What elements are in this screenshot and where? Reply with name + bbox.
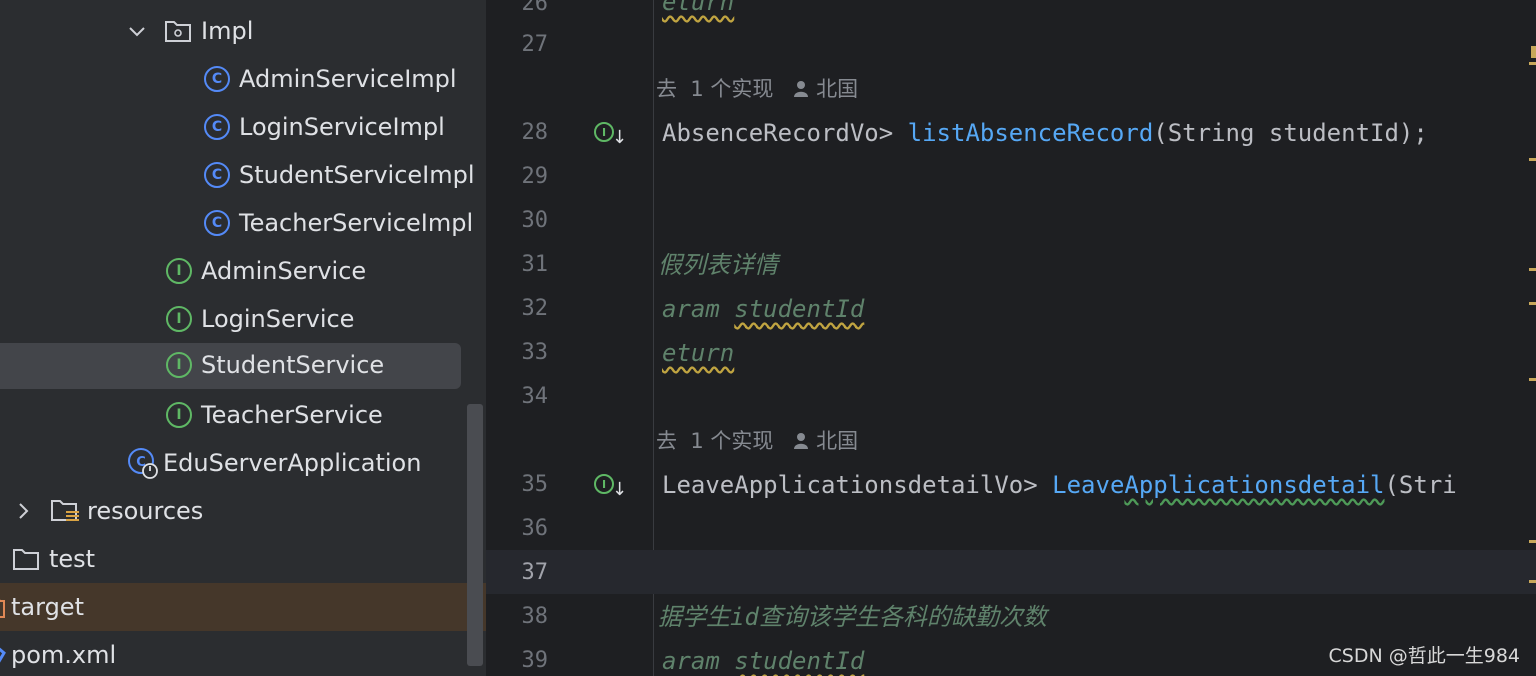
implementations-hint[interactable]: 1 个实现 <box>690 77 773 101</box>
tree-item-label: AdminService <box>201 257 367 285</box>
tree-item-label: LoginServiceImpl <box>239 113 445 141</box>
stripe-mark[interactable] <box>1531 46 1536 58</box>
current-line-highlight <box>486 550 1536 594</box>
implementations-hint[interactable]: 1 个实现 <box>690 429 773 453</box>
line-number: 35 <box>521 472 549 497</box>
code-line: aram studentId <box>662 647 865 675</box>
tree-item-test[interactable]: test <box>0 535 486 583</box>
tree-item-class[interactable]: C LoginServiceImpl <box>0 103 486 151</box>
tree-item-application[interactable]: C EduServerApplication <box>0 439 486 487</box>
line-number: 33 <box>521 340 549 365</box>
line-number: 38 <box>521 604 549 629</box>
excluded-folder-icon <box>0 599 5 618</box>
inlay-hint[interactable]: 去 1 个实现 北国 <box>656 67 858 111</box>
tree-item-label: StudentServiceImpl <box>239 161 475 189</box>
line-number: 27 <box>521 32 549 57</box>
line-number-current: 37 <box>521 560 549 585</box>
tree-item-label: StudentService <box>201 351 385 379</box>
tree-item-interface-selected[interactable]: I StudentService <box>0 341 486 389</box>
tree-item-label: EduServerApplication <box>163 449 422 477</box>
tree-item-interface[interactable]: I AdminService <box>0 247 486 295</box>
folder-icon <box>13 549 39 570</box>
watermark: CSDN @哲此一生984 <box>1328 645 1520 667</box>
code-editor[interactable]: 26 27 28 29 30 31 32 33 34 35 36 37 38 3… <box>486 0 1536 676</box>
tree-item-label: AdminServiceImpl <box>239 65 457 93</box>
code-line: AbsenceRecordVo> listAbsenceRecord(Strin… <box>662 119 1428 147</box>
spring-application-icon: C <box>128 448 158 479</box>
class-icon: C <box>204 66 230 92</box>
maven-file-icon <box>0 647 6 663</box>
code-line: LeaveApplicationsdetailVo> LeaveApplicat… <box>662 471 1457 499</box>
tree-item-interface[interactable]: I LoginService <box>0 295 486 343</box>
line-number: 31 <box>521 252 549 277</box>
tree-item-impl[interactable]: Impl <box>0 7 486 55</box>
interface-icon: I <box>166 306 192 332</box>
implemented-gutter-icon[interactable]: I ↓ <box>594 474 627 504</box>
line-number: 32 <box>521 296 549 321</box>
line-number: 39 <box>521 648 549 673</box>
implemented-gutter-icon[interactable]: I ↓ <box>594 122 627 152</box>
class-icon: C <box>204 162 230 188</box>
tree-item-label: LoginService <box>201 305 355 333</box>
tree-item-label: resources <box>87 497 204 525</box>
tree-item-target[interactable]: target <box>0 583 486 631</box>
line-number: 28 <box>521 120 549 145</box>
line-number: 34 <box>521 384 549 409</box>
stripe-mark[interactable] <box>1529 540 1536 543</box>
stripe-mark[interactable] <box>1529 62 1536 65</box>
tree-item-label: TeacherService <box>201 401 383 429</box>
tree-item-label: target <box>11 593 84 621</box>
stripe-mark[interactable] <box>1529 158 1536 161</box>
tree-item-resources[interactable]: resources <box>0 487 486 535</box>
line-number: 29 <box>521 164 549 189</box>
tree-item-class[interactable]: C TeacherServiceImpl <box>0 199 486 247</box>
tree-item-label: test <box>49 545 96 573</box>
chevron-down-icon[interactable] <box>128 22 146 40</box>
line-number: 30 <box>521 208 549 233</box>
stripe-mark[interactable] <box>1529 378 1536 381</box>
tree-scrollbar[interactable] <box>467 404 483 666</box>
interface-icon: I <box>166 258 192 284</box>
stripe-mark[interactable] <box>1529 302 1536 305</box>
gutter-separator <box>653 594 654 676</box>
chevron-right-icon[interactable] <box>14 502 32 520</box>
author-hint[interactable]: 北国 <box>816 77 858 101</box>
tree-item-interface[interactable]: I TeacherService <box>0 391 486 439</box>
class-icon: C <box>204 114 230 140</box>
author-hint[interactable]: 北国 <box>816 429 858 453</box>
tree-item-pom[interactable]: pom.xml <box>0 631 486 676</box>
package-folder-icon <box>165 21 191 42</box>
stripe-mark[interactable] <box>1529 580 1536 583</box>
code-line: eturn <box>662 339 735 367</box>
user-icon <box>794 81 809 97</box>
line-number: 36 <box>521 516 549 541</box>
inlay-hint[interactable]: 去 1 个实现 北国 <box>656 419 858 463</box>
tree-item-class[interactable]: C StudentServiceImpl <box>0 151 486 199</box>
interface-icon: I <box>166 402 192 428</box>
code-line: aram studentId <box>662 295 865 323</box>
resources-folder-icon <box>51 500 79 521</box>
class-icon: C <box>204 210 230 236</box>
project-tree: Impl C AdminServiceImpl C LoginServiceIm… <box>0 0 486 676</box>
stripe-mark[interactable] <box>1529 268 1536 271</box>
interface-icon: I <box>166 352 192 378</box>
tree-item-label: Impl <box>201 17 254 45</box>
user-icon <box>794 433 809 449</box>
gutter-separator <box>653 0 654 550</box>
tree-item-class[interactable]: C AdminServiceImpl <box>0 55 486 103</box>
tree-item-label: TeacherServiceImpl <box>239 209 474 237</box>
code-line: 据学生id查询该学生各科的缺勤次数 <box>658 603 1047 631</box>
code-line: 假列表详情 <box>658 251 778 279</box>
tree-item-label: pom.xml <box>11 641 117 669</box>
code-line: eturn <box>662 0 735 16</box>
